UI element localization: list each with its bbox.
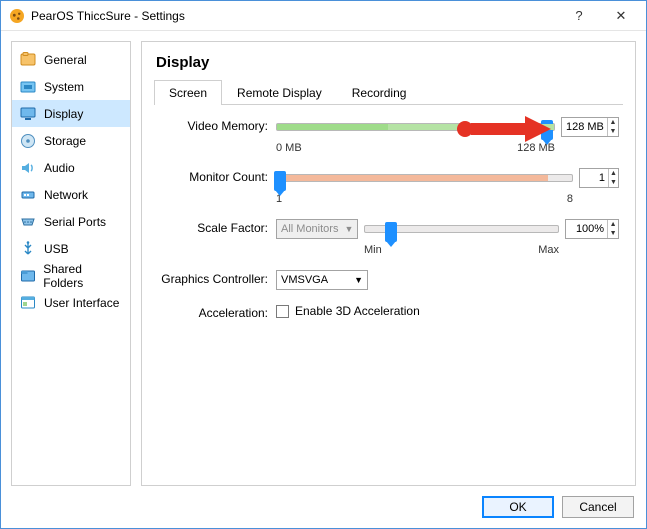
window-title: PearOS ThiccSure - Settings — [31, 9, 558, 23]
screen-form: Video Memory: — [154, 105, 623, 332]
sidebar-item-network[interactable]: Network — [12, 181, 130, 208]
serial-ports-icon — [18, 212, 38, 232]
usb-icon — [18, 239, 38, 259]
sidebar: General System Display Storage — [11, 41, 131, 486]
tabbar: Screen Remote Display Recording — [154, 79, 623, 105]
graphics-controller-label: Graphics Controller: — [158, 270, 268, 286]
main-panel: Display Screen Remote Display Recording … — [141, 41, 636, 486]
row-acceleration: Acceleration: Enable 3D Acceleration — [158, 304, 619, 320]
sidebar-item-label: Display — [44, 107, 83, 121]
scale-factor-slider[interactable] — [364, 225, 559, 233]
scale-factor-handle[interactable] — [385, 222, 397, 242]
scale-scope-dropdown: All Monitors ▼ — [276, 219, 358, 239]
row-scale-factor: Scale Factor: All Monitors ▼ — [158, 219, 619, 256]
help-button[interactable]: ? — [558, 2, 600, 30]
monitor-count-max: 8 — [567, 193, 573, 205]
audio-icon — [18, 158, 38, 178]
monitor-count-input[interactable] — [580, 172, 608, 184]
video-memory-handle[interactable] — [541, 120, 553, 140]
stepper-up-icon[interactable]: ▲ — [608, 118, 618, 127]
chevron-down-icon: ▼ — [344, 224, 353, 234]
monitor-count-handle[interactable] — [274, 171, 286, 191]
sidebar-item-label: Network — [44, 188, 88, 202]
stepper-down-icon[interactable]: ▼ — [609, 178, 618, 187]
video-memory-min: 0 MB — [276, 142, 302, 154]
sidebar-item-label: System — [44, 80, 84, 94]
row-video-memory: Video Memory: — [158, 117, 619, 154]
monitor-count-slider[interactable] — [276, 174, 573, 182]
video-memory-label: Video Memory: — [158, 117, 268, 133]
settings-window: PearOS ThiccSure - Settings ? ✕ General … — [0, 0, 647, 529]
storage-icon — [18, 131, 38, 151]
video-memory-slider[interactable] — [276, 123, 555, 131]
sidebar-item-usb[interactable]: USB — [12, 235, 130, 262]
sidebar-item-shared-folders[interactable]: Shared Folders — [12, 262, 130, 289]
scale-factor-spin[interactable]: ▲▼ — [565, 219, 619, 239]
cancel-button[interactable]: Cancel — [562, 496, 634, 518]
monitor-count-label: Monitor Count: — [158, 168, 268, 184]
scale-factor-min: Min — [364, 244, 382, 256]
scale-scope-value: All Monitors — [281, 223, 338, 235]
sidebar-item-label: Shared Folders — [43, 262, 122, 290]
acceleration-label: Acceleration: — [158, 304, 268, 320]
sidebar-item-storage[interactable]: Storage — [12, 127, 130, 154]
sidebar-item-general[interactable]: General — [12, 46, 130, 73]
app-icon — [9, 8, 25, 24]
page-title: Display — [154, 50, 623, 79]
stepper-down-icon[interactable]: ▼ — [608, 229, 618, 238]
enable-3d-label[interactable]: Enable 3D Acceleration — [295, 304, 420, 318]
row-graphics-controller: Graphics Controller: VMSVGA ▼ — [158, 270, 619, 290]
video-memory-input[interactable] — [562, 121, 607, 133]
enable-3d-checkbox[interactable] — [276, 305, 289, 318]
row-monitor-count: Monitor Count: ▲▼ 1 — [158, 168, 619, 205]
ok-button[interactable]: OK — [482, 496, 554, 518]
dialog-footer: OK Cancel — [1, 486, 646, 528]
sidebar-item-serial-ports[interactable]: Serial Ports — [12, 208, 130, 235]
stepper-down-icon[interactable]: ▼ — [608, 127, 618, 136]
sidebar-item-label: Audio — [44, 161, 75, 175]
sidebar-item-audio[interactable]: Audio — [12, 154, 130, 181]
scale-factor-label: Scale Factor: — [158, 219, 268, 235]
stepper-up-icon[interactable]: ▲ — [608, 220, 618, 229]
graphics-controller-dropdown[interactable]: VMSVGA ▼ — [276, 270, 368, 290]
scale-factor-input[interactable] — [566, 223, 607, 235]
sidebar-item-label: USB — [44, 242, 69, 256]
sidebar-item-label: General — [44, 53, 87, 67]
sidebar-item-label: User Interface — [44, 296, 119, 310]
stepper-up-icon[interactable]: ▲ — [609, 169, 618, 178]
shared-folders-icon — [18, 266, 37, 286]
system-icon — [18, 77, 38, 97]
sidebar-item-system[interactable]: System — [12, 73, 130, 100]
close-button[interactable]: ✕ — [600, 2, 642, 30]
graphics-controller-value: VMSVGA — [281, 274, 328, 286]
network-icon — [18, 185, 38, 205]
scale-factor-max: Max — [538, 244, 559, 256]
tab-remote-display[interactable]: Remote Display — [222, 80, 337, 105]
titlebar: PearOS ThiccSure - Settings ? ✕ — [1, 1, 646, 31]
sidebar-item-label: Serial Ports — [44, 215, 106, 229]
chevron-down-icon: ▼ — [354, 275, 363, 285]
sidebar-item-user-interface[interactable]: User Interface — [12, 289, 130, 316]
tab-recording[interactable]: Recording — [337, 80, 422, 105]
monitor-count-spin[interactable]: ▲▼ — [579, 168, 619, 188]
sidebar-item-display[interactable]: Display — [12, 100, 130, 127]
general-icon — [18, 50, 38, 70]
tab-screen[interactable]: Screen — [154, 80, 222, 105]
user-interface-icon — [18, 293, 38, 313]
display-icon — [18, 104, 38, 124]
sidebar-item-label: Storage — [44, 134, 86, 148]
video-memory-spin[interactable]: ▲▼ — [561, 117, 619, 137]
